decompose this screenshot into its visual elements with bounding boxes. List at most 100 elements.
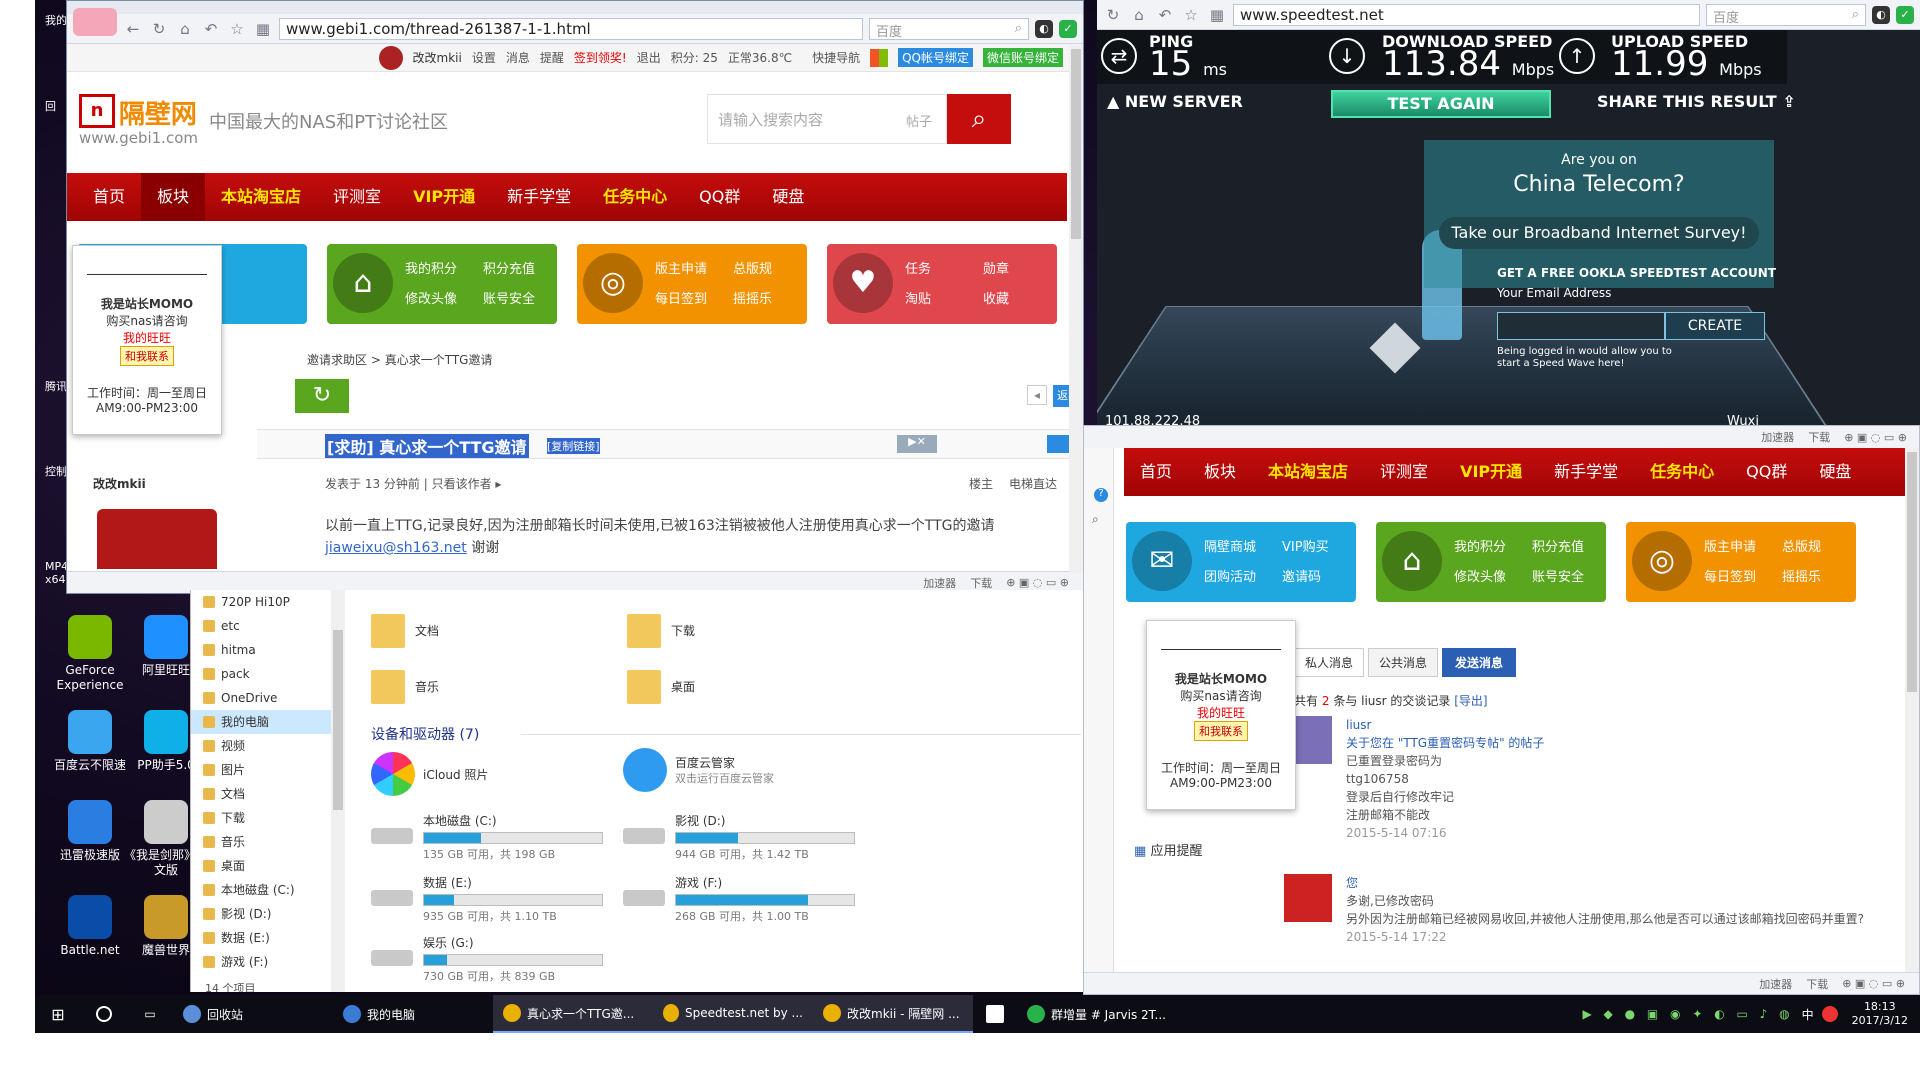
shield-icon[interactable]: ✓ [1896, 5, 1914, 24]
tab-public[interactable]: 公共消息 [1368, 648, 1439, 677]
nav-item[interactable]: 评测室 [317, 173, 397, 221]
post-email-link[interactable]: jiaweixu@sh163.net [325, 540, 467, 556]
nav-item[interactable]: 本站淘宝店 [205, 173, 317, 221]
download-label[interactable]: 下载 [1806, 976, 1828, 992]
scroll-thumb[interactable] [333, 630, 343, 810]
post-author[interactable]: 改改mkii [93, 475, 146, 492]
nav-item[interactable]: 新手学堂 [1538, 448, 1634, 496]
tile-link[interactable]: 我的积分 [405, 258, 457, 277]
taskbar-item[interactable]: 真心求一个TTG邀... [493, 995, 653, 1033]
tree-item[interactable]: 文档 [191, 782, 331, 806]
nav-item[interactable]: 硬盘 [756, 173, 820, 221]
tile-link[interactable]: 版主申请 [655, 258, 707, 277]
tree-item[interactable]: 本地磁盘 (C:) [191, 878, 331, 902]
tile-link[interactable]: 总版规 [1782, 536, 1821, 555]
status-icons[interactable]: ⊕ ▣ ◌ ▭ ⊕ [1844, 431, 1907, 444]
quick-tile[interactable]: ♥ 任务 勋章 淘贴 收藏 [827, 244, 1057, 324]
tab-strip[interactable] [67, 1, 1083, 14]
nav-item[interactable]: 新手学堂 [491, 173, 587, 221]
test-again-button[interactable]: TEST AGAIN [1331, 90, 1551, 118]
sogou-icon[interactable] [1821, 1006, 1838, 1022]
tile-link[interactable]: 积分充值 [483, 258, 535, 277]
survey-button[interactable]: Take our Broadband Internet Survey! [1439, 217, 1759, 249]
address-bar[interactable]: www.gebi1.com/thread-261387-1-1.html [279, 17, 863, 40]
tree-item[interactable]: 数据 (E:) [191, 926, 331, 950]
tile-link[interactable]: 修改头像 [405, 288, 457, 307]
tile-link[interactable]: 摇摇乐 [1782, 566, 1821, 585]
tile-link[interactable]: VIP购买 [1282, 536, 1329, 555]
tree-item[interactable]: etc [191, 614, 331, 638]
cortana-button[interactable] [81, 995, 127, 1033]
star-icon[interactable]: ☆ [1181, 5, 1201, 25]
search-type-select[interactable]: 帖子 [906, 111, 932, 130]
nav-item[interactable]: 本站淘宝店 [1252, 448, 1364, 496]
tree-item[interactable]: 影视 (D:) [191, 902, 331, 926]
tab-send[interactable]: 发送消息 [1442, 648, 1517, 677]
desktop-icon[interactable]: 百度云不限速 [47, 710, 133, 773]
nav-item[interactable]: 首页 [1124, 448, 1188, 496]
refresh-button[interactable]: ↻ [295, 379, 349, 413]
tile-link[interactable]: 每日签到 [1704, 566, 1756, 585]
refresh-icon[interactable]: ↻ [149, 19, 169, 39]
media-icon[interactable]: ▶✕ [897, 435, 937, 453]
taskbar-item[interactable]: 群增量 # Jarvis 2T... [1017, 995, 1177, 1033]
tab-private[interactable]: 私人消息 [1294, 648, 1365, 677]
download-label[interactable]: 下载 [1808, 429, 1830, 445]
grid-icon[interactable]: ▦ [253, 19, 273, 39]
site-search-button[interactable]: ⌕ [947, 94, 1011, 144]
crumb-2[interactable]: 真心求一个TTG邀请 [385, 353, 493, 367]
only-author-link[interactable]: 只看该作者 [432, 477, 492, 491]
app-reminder[interactable]: ▦ 应用提醒 [1134, 840, 1202, 859]
download-label[interactable]: 下载 [970, 575, 992, 591]
checkin-link[interactable]: 签到领奖! [574, 49, 627, 66]
nav-item[interactable]: QQ群 [683, 173, 756, 221]
nav-item[interactable]: VIP开通 [1444, 448, 1538, 496]
create-button[interactable]: CREATE [1665, 312, 1765, 340]
quick-tile[interactable]: ◎ 版主申请 总版规 每日签到 摇摇乐 [577, 244, 807, 324]
folder-item[interactable]: 桌面 [627, 668, 827, 708]
nav-item[interactable]: 任务中心 [587, 173, 683, 221]
tree-item[interactable]: pack [191, 662, 331, 686]
tree-item[interactable]: 下载 [191, 806, 331, 830]
tile-link[interactable]: 账号安全 [1532, 566, 1584, 585]
app-icloud[interactable]: iCloud 照片 [371, 752, 591, 796]
drive-item[interactable]: 本地磁盘 (C:) 135 GB 可用，共 198 GB [371, 812, 631, 861]
tile-link[interactable]: 每日签到 [655, 288, 707, 307]
app-baidu[interactable]: 百度云管家 双击运行百度云管家 [623, 748, 863, 792]
folder-item[interactable]: 文档 [371, 612, 571, 652]
nav-item[interactable]: QQ群 [1730, 448, 1803, 496]
temp-label[interactable]: 正常36.8℃ [728, 49, 792, 66]
start-button[interactable]: ⊞ [35, 995, 81, 1033]
drive-item[interactable]: 游戏 (F:) 268 GB 可用，共 1.00 TB [623, 874, 883, 923]
undo-icon[interactable]: ↶ [1155, 5, 1175, 25]
tray-icons[interactable]: ▶ ◆ ● ▣ ◉ ✦ ◐ ▭ ♪ ◍ [1583, 1007, 1794, 1021]
tree-item[interactable]: 720P Hi10P [191, 590, 331, 614]
quick-tile[interactable]: ⌂ 我的积分 积分充值 修改头像 账号安全 [327, 244, 557, 324]
address-bar-2[interactable]: www.speedtest.net [1233, 3, 1700, 26]
pm-scrollbar[interactable] [1905, 448, 1919, 974]
tile-link[interactable]: 修改头像 [1454, 566, 1506, 585]
taskbar-item[interactable]: 我的电脑 [333, 995, 493, 1033]
tile-link[interactable]: 摇摇乐 [733, 288, 772, 307]
email-input[interactable] [1497, 312, 1665, 340]
star-icon[interactable]: ☆ [227, 19, 247, 39]
taskbar-item[interactable]: Speedtest.net by ... [653, 995, 813, 1033]
new-server-button[interactable]: ▲ NEW SERVER [1107, 92, 1243, 111]
export-link[interactable]: [导出] [1454, 694, 1487, 708]
link-messages[interactable]: 消息 [506, 49, 530, 66]
points-label[interactable]: 积分: 25 [671, 49, 718, 66]
drive-item[interactable]: 数据 (E:) 935 GB 可用，共 1.10 TB [371, 874, 631, 923]
drive-item[interactable]: 娱乐 (G:) 730 GB 可用，共 839 GB [371, 934, 631, 983]
site-search-input[interactable]: 请输入搜索内容 帖子 [707, 94, 947, 144]
nav-item[interactable]: 首页 [77, 173, 141, 221]
search-icon[interactable]: ⌕ [1015, 21, 1022, 37]
tile-link[interactable]: 任务 [905, 258, 931, 277]
desktop-icon[interactable]: Battle.net [47, 895, 133, 958]
desktop-icon[interactable]: 迅雷极速版 [47, 800, 133, 863]
tile-link[interactable]: 隔壁商城 [1204, 536, 1256, 555]
desktop-icon[interactable]: GeForce Experience [47, 615, 133, 693]
tree-item[interactable]: 桌面 [191, 854, 331, 878]
status-icons[interactable]: ⊕ ▣ ◌ ▭ ⊕ [1842, 977, 1905, 990]
scroll-thumb[interactable] [1071, 49, 1081, 239]
quick-tile[interactable]: ⌂ 我的积分 积分充值 修改头像 账号安全 [1376, 522, 1606, 602]
